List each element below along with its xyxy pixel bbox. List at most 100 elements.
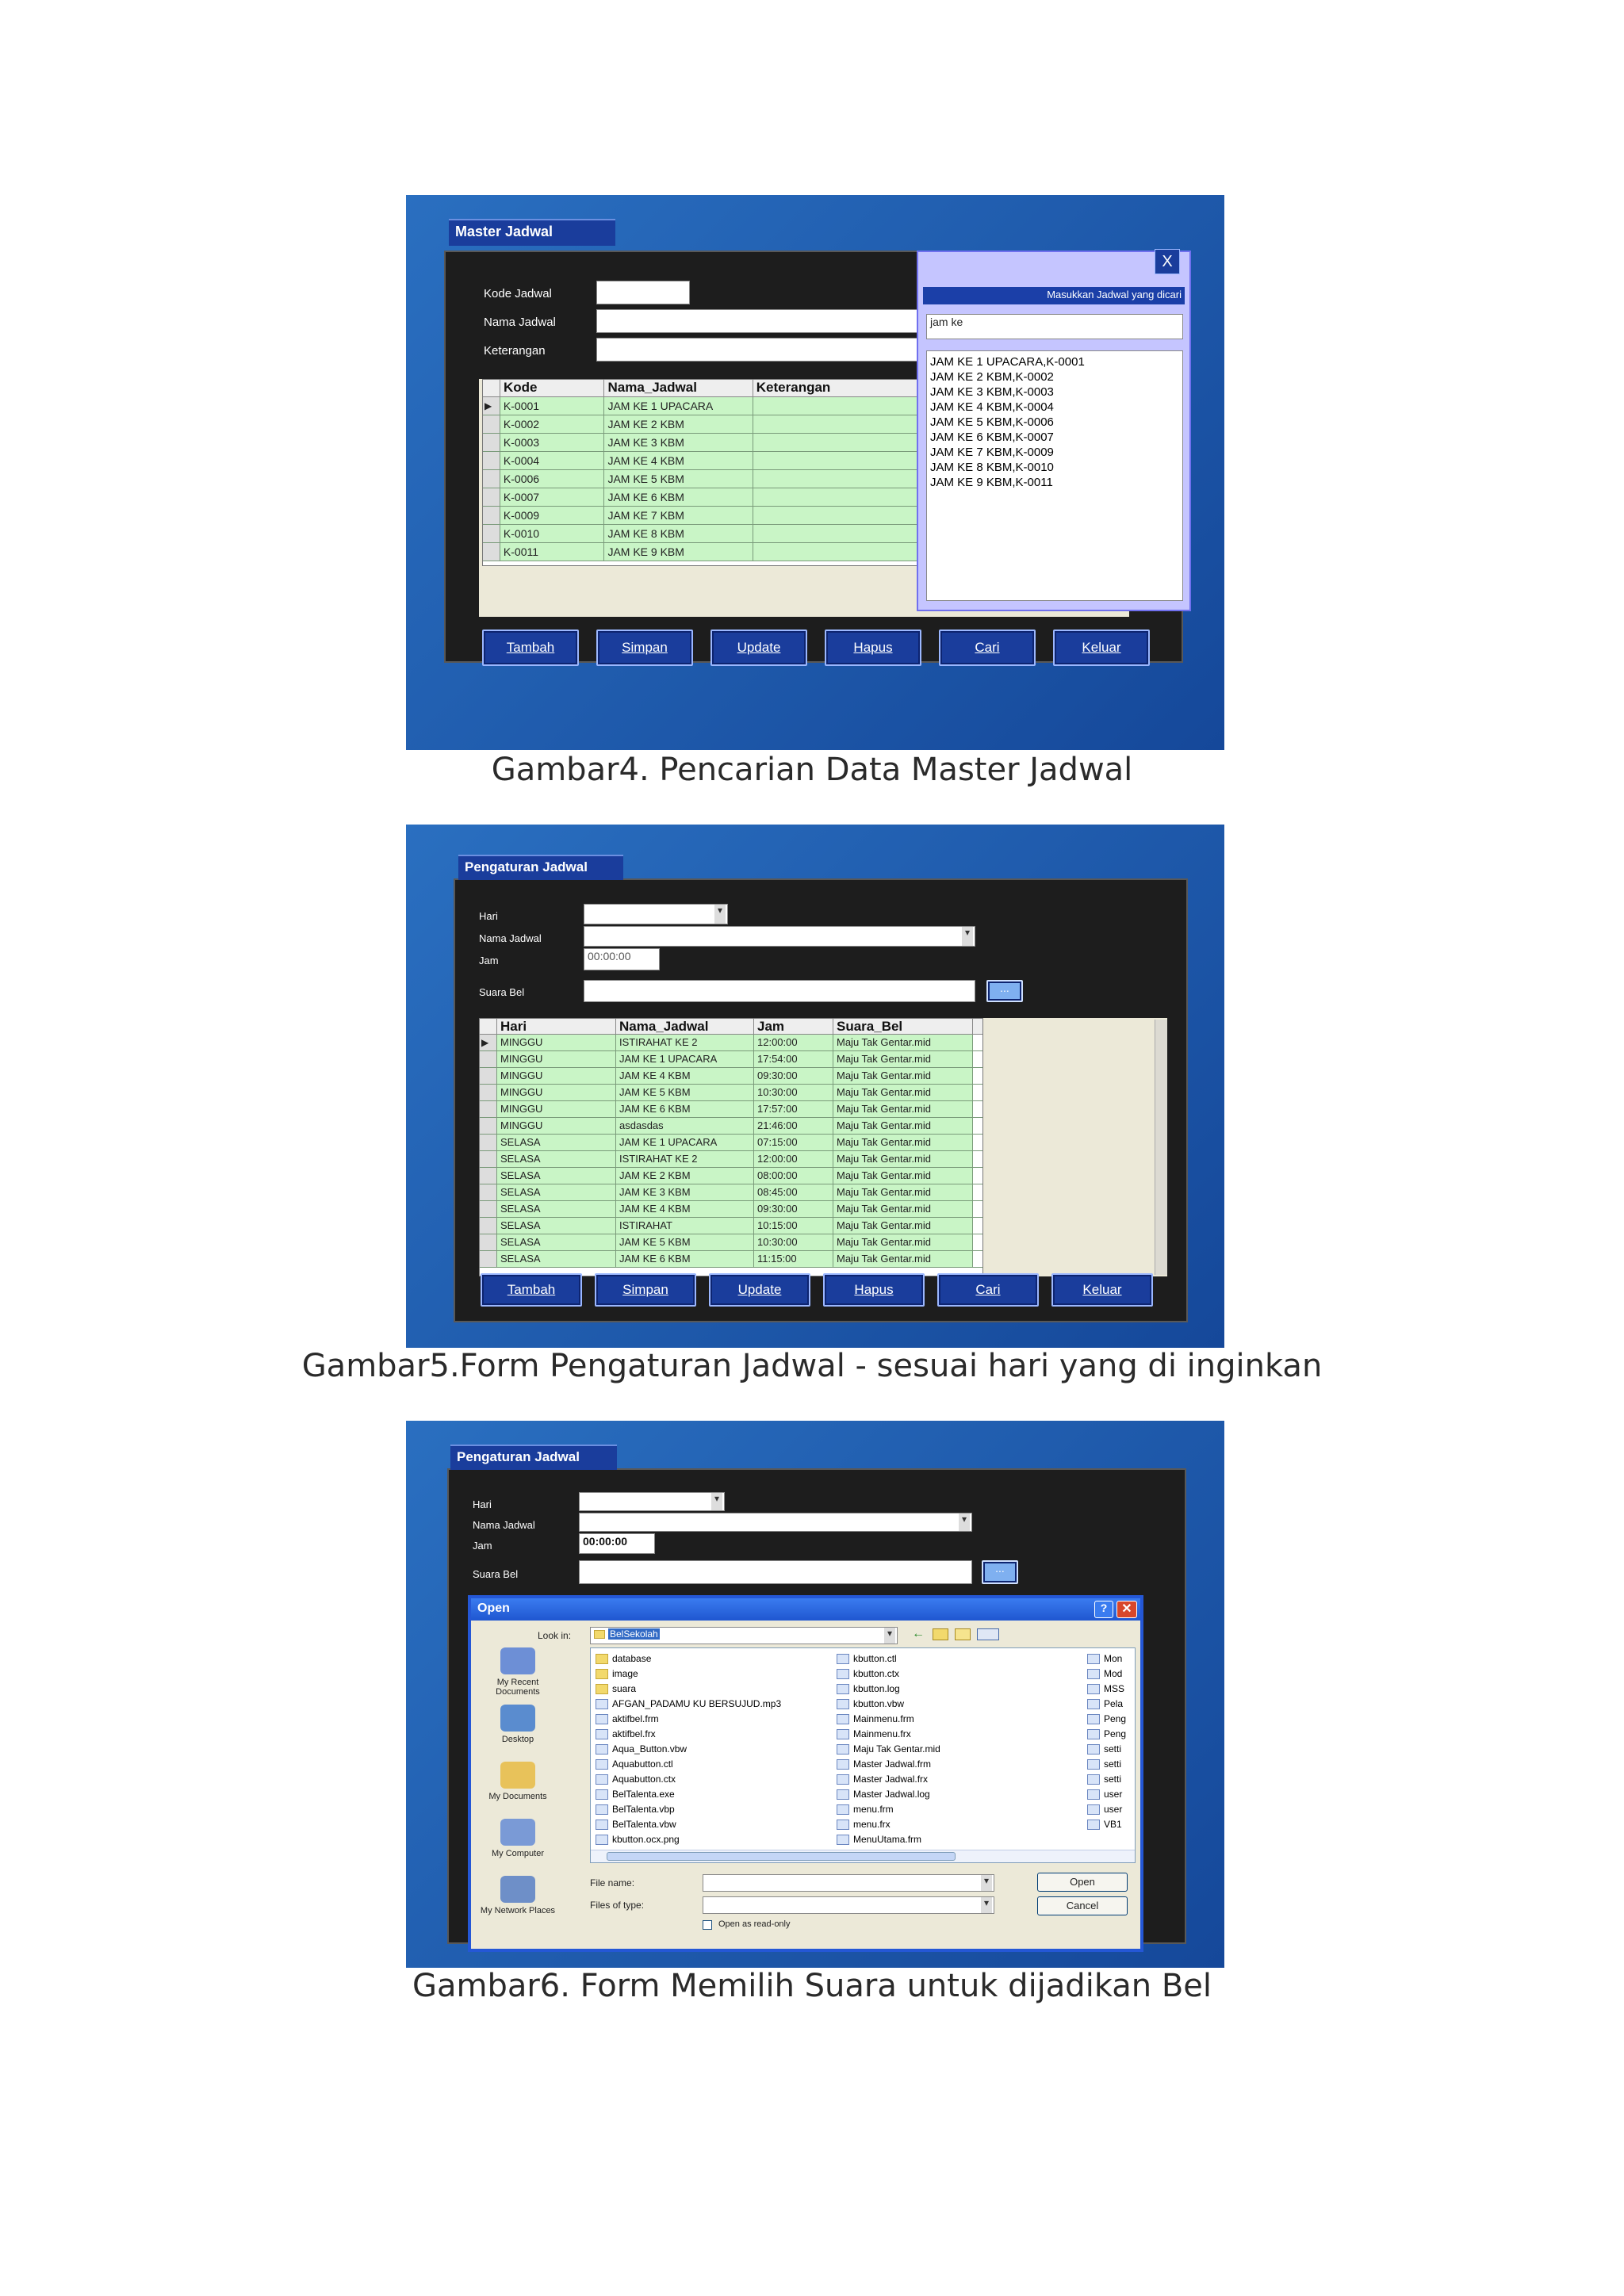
master-jadwal-grid[interactable]: Kode Nama_Jadwal Keterangan ▶ K-0001 JAM K… (482, 379, 923, 566)
file-item[interactable]: setti (1087, 1772, 1126, 1787)
table-row[interactable]: K-0009 JAM KE 7 KBM (483, 507, 922, 525)
table-cell[interactable] (753, 507, 922, 524)
browse-sound-button[interactable]: ... (982, 1560, 1018, 1584)
place-item[interactable]: My Network Places (474, 1876, 561, 1915)
table-cell[interactable]: 10:30:00 (754, 1085, 833, 1100)
file-item[interactable]: Peng (1087, 1712, 1126, 1727)
table-cell[interactable]: JAM KE 2 KBM (616, 1168, 754, 1184)
file-item[interactable]: user (1087, 1787, 1126, 1802)
file-item[interactable]: Mod (1087, 1667, 1126, 1682)
file-item[interactable]: Mon (1087, 1651, 1126, 1667)
hapus-button[interactable]: Hapus (823, 1273, 925, 1307)
file-item[interactable]: BelTalenta.vbw (596, 1817, 781, 1832)
table-row[interactable]: SELASA ISTIRAHAT KE 2 12:00:00 Maju Tak Gen… (480, 1151, 982, 1168)
table-cell[interactable]: SELASA (497, 1151, 616, 1167)
table-cell[interactable]: MINGGU (497, 1051, 616, 1067)
table-cell[interactable]: 12:00:00 (754, 1035, 833, 1050)
table-cell[interactable]: 10:30:00 (754, 1234, 833, 1250)
table-cell[interactable]: ISTIRAHAT (616, 1218, 754, 1234)
table-cell[interactable]: Maju Tak Gentar.mid (833, 1184, 973, 1200)
table-cell[interactable]: asdasdas (616, 1118, 754, 1134)
table-cell[interactable]: K-0002 (500, 415, 605, 433)
table-cell[interactable] (753, 397, 922, 415)
hari-select[interactable] (584, 904, 728, 924)
table-cell[interactable]: K-0001 (500, 397, 605, 415)
table-row[interactable]: MINGGU JAM KE 6 KBM 17:57:00 Maju Tak Genta… (480, 1101, 982, 1118)
table-cell[interactable]: JAM KE 6 KBM (604, 488, 753, 506)
file-item[interactable]: suara (596, 1682, 781, 1697)
table-row[interactable]: K-0002 JAM KE 2 KBM (483, 415, 922, 434)
table-cell[interactable]: JAM KE 4 KBM (616, 1201, 754, 1217)
col-kode[interactable]: Kode (500, 380, 605, 396)
list-item[interactable]: JAM KE 1 UPACARA,K-0001 (930, 354, 1179, 369)
keluar-button[interactable]: Keluar (1051, 1273, 1153, 1307)
table-cell[interactable]: MINGGU (497, 1118, 616, 1134)
file-item[interactable]: menu.frm (837, 1802, 940, 1817)
file-item[interactable]: kbutton.vbw (837, 1697, 940, 1712)
up-folder-icon[interactable] (933, 1628, 948, 1640)
tambah-button[interactable]: Tambah (481, 1273, 582, 1307)
suara-bel-input[interactable] (584, 980, 975, 1002)
file-item[interactable]: kbutton.ocx.png (596, 1832, 781, 1847)
file-item[interactable]: aktifbel.frx (596, 1727, 781, 1742)
grid-scrollbar[interactable] (1155, 1020, 1167, 1275)
simpan-button[interactable]: Simpan (595, 1273, 696, 1307)
table-cell[interactable]: SELASA (497, 1234, 616, 1250)
table-cell[interactable]: JAM KE 1 UPACARA (604, 397, 753, 415)
file-item[interactable]: kbutton.ctx (837, 1667, 940, 1682)
table-cell[interactable]: MINGGU (497, 1101, 616, 1117)
table-cell[interactable]: JAM KE 6 KBM (616, 1101, 754, 1117)
table-cell[interactable]: SELASA (497, 1218, 616, 1234)
list-item[interactable]: JAM KE 9 KBM,K-0011 (930, 475, 1179, 490)
table-row[interactable]: K-0007 JAM KE 6 KBM (483, 488, 922, 507)
table-row[interactable]: K-0011 JAM KE 9 KBM (483, 543, 922, 561)
file-item[interactable]: Mainmenu.frx (837, 1727, 940, 1742)
table-cell[interactable]: K-0011 (500, 543, 605, 561)
table-cell[interactable]: K-0009 (500, 507, 605, 524)
file-item[interactable]: setti (1087, 1742, 1126, 1757)
table-cell[interactable]: Maju Tak Gentar.mid (833, 1118, 973, 1134)
table-cell[interactable]: MINGGU (497, 1035, 616, 1050)
table-cell[interactable] (753, 470, 922, 488)
back-icon[interactable]: ← (912, 1627, 925, 1641)
help-button[interactable]: ? (1094, 1601, 1113, 1618)
pengaturan-jadwal-grid[interactable]: Hari Nama_Jadwal Jam Suara_Bel ▶ MINGGU IS… (479, 1018, 983, 1276)
table-cell[interactable]: ISTIRAHAT KE 2 (616, 1035, 754, 1050)
file-name-input[interactable] (703, 1874, 994, 1892)
file-item[interactable]: Aquabutton.ctx (596, 1772, 781, 1787)
file-item[interactable]: Master Jadwal.log (837, 1787, 940, 1802)
table-row[interactable]: K-0004 JAM KE 4 KBM (483, 452, 922, 470)
table-cell[interactable]: 10:15:00 (754, 1218, 833, 1234)
table-row[interactable]: SELASA ISTIRAHAT 10:15:00 Maju Tak Gentar.m… (480, 1218, 982, 1234)
open-button[interactable]: Open (1037, 1873, 1128, 1892)
table-cell[interactable]: MINGGU (497, 1085, 616, 1100)
table-cell[interactable]: Maju Tak Gentar.mid (833, 1035, 973, 1050)
col-nama-jadwal[interactable]: Nama_Jadwal (604, 380, 753, 396)
look-in-select[interactable]: BelSekolah (590, 1627, 898, 1644)
file-item[interactable]: database (596, 1651, 781, 1667)
list-item[interactable]: JAM KE 7 KBM,K-0009 (930, 445, 1179, 460)
table-cell[interactable]: Maju Tak Gentar.mid (833, 1101, 973, 1117)
table-row[interactable]: SELASA JAM KE 3 KBM 08:45:00 Maju Tak Genta… (480, 1184, 982, 1201)
read-only-checkbox[interactable] (703, 1920, 712, 1930)
table-cell[interactable]: K-0006 (500, 470, 605, 488)
kode-jadwal-input[interactable] (596, 281, 690, 304)
list-item[interactable]: JAM KE 2 KBM,K-0002 (930, 369, 1179, 385)
table-row[interactable]: MINGGU JAM KE 1 UPACARA 17:54:00 Maju Tak G… (480, 1051, 982, 1068)
close-search-button[interactable]: X (1155, 249, 1180, 274)
table-row[interactable]: ▶ MINGGU ISTIRAHAT KE 2 12:00:00 Maju Tak Ge… (480, 1035, 982, 1051)
table-cell[interactable]: Maju Tak Gentar.mid (833, 1251, 973, 1267)
jam-input[interactable]: 00:00:00 (584, 948, 660, 970)
place-item[interactable]: My Computer (474, 1819, 561, 1858)
table-row[interactable]: K-0010 JAM KE 8 KBM (483, 525, 922, 543)
simpan-button[interactable]: Simpan (596, 629, 693, 666)
table-cell[interactable]: K-0004 (500, 452, 605, 469)
file-item[interactable]: BelTalenta.exe (596, 1787, 781, 1802)
table-cell[interactable] (753, 488, 922, 506)
table-cell[interactable]: Maju Tak Gentar.mid (833, 1151, 973, 1167)
file-item[interactable]: VB1 (1087, 1817, 1126, 1832)
col-suara-bel[interactable]: Suara_Bel (833, 1019, 973, 1034)
keluar-button[interactable]: Keluar (1053, 629, 1150, 666)
table-cell[interactable]: JAM KE 8 KBM (604, 525, 753, 542)
list-item[interactable]: JAM KE 8 KBM,K-0010 (930, 460, 1179, 475)
